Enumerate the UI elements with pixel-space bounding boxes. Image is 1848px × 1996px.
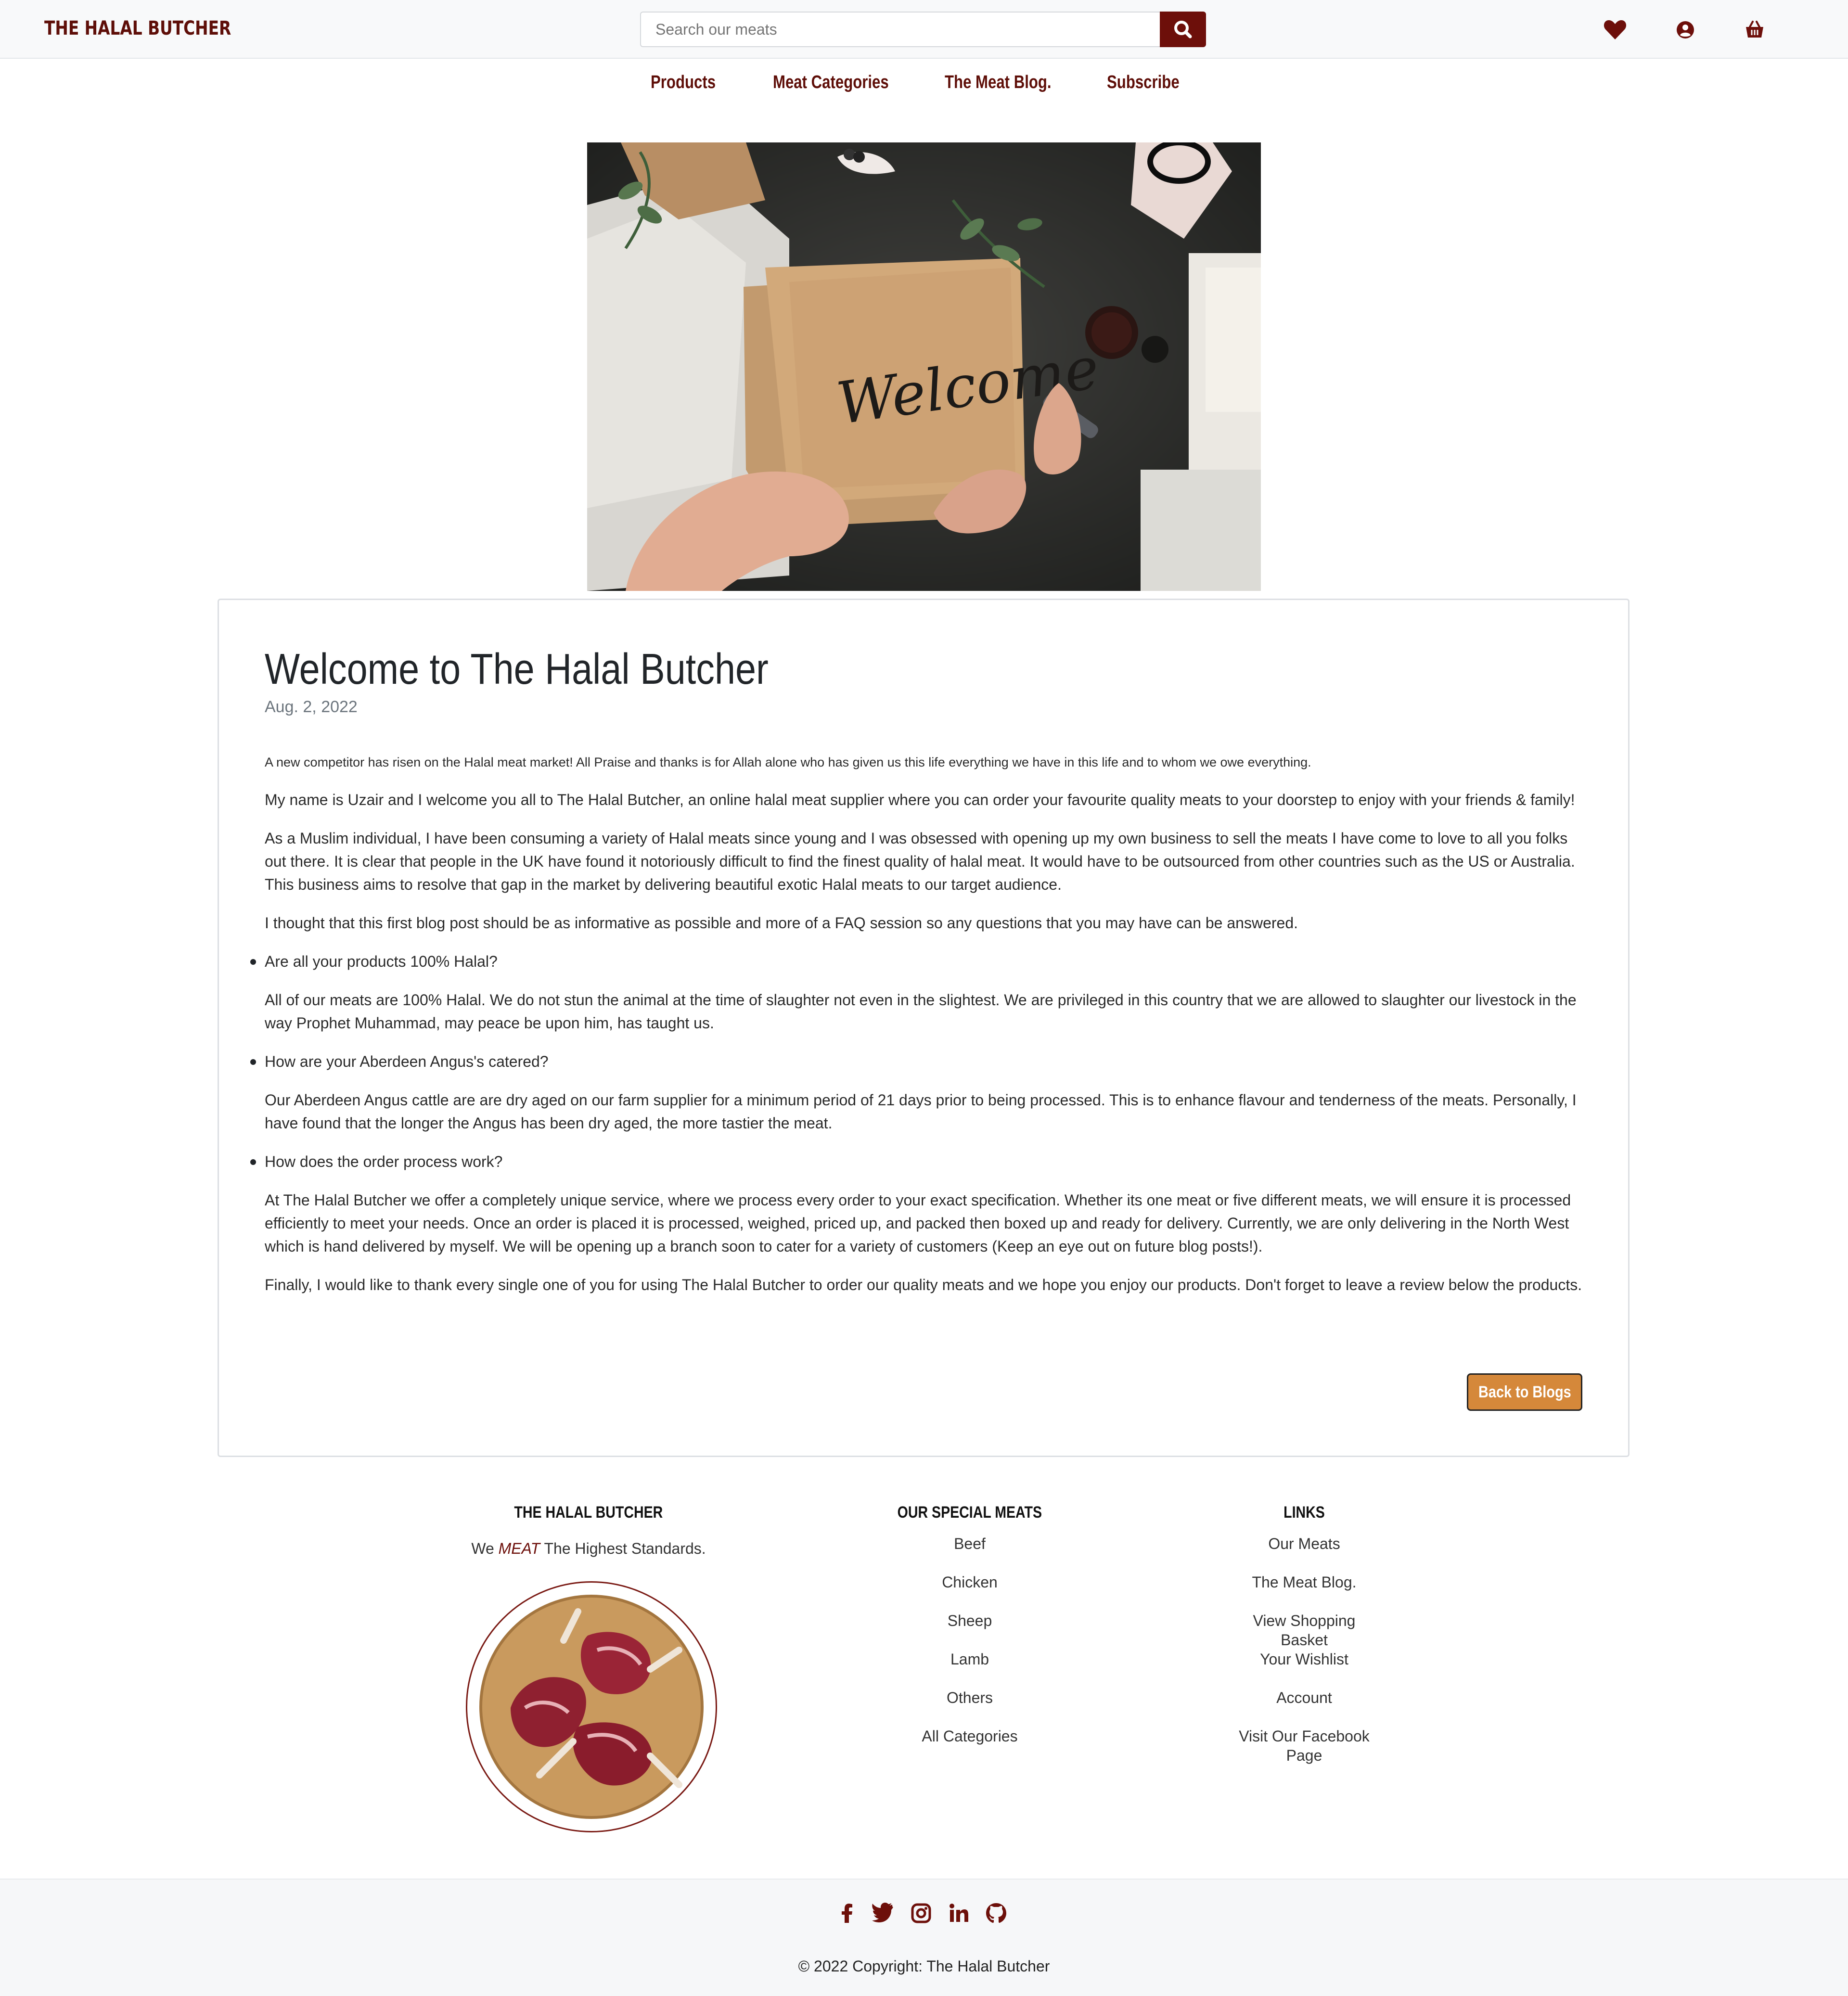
search-icon	[1174, 21, 1192, 38]
shopping-basket-icon[interactable]	[1742, 17, 1767, 42]
footer-link-others[interactable]: Others	[847, 1682, 1092, 1721]
footer-link-account[interactable]: Account	[1232, 1682, 1376, 1721]
post-paragraph: As a Muslim individual, I have been cons…	[265, 830, 1575, 893]
search-form	[640, 12, 1206, 47]
nav-meat-categories[interactable]: Meat Categories	[773, 72, 889, 93]
footer-tagline: We MEAT The Highest Standards.	[433, 1540, 744, 1558]
back-to-blogs-button[interactable]: Back to Blogs	[1467, 1373, 1582, 1411]
footer-link-all-categories[interactable]: All Categories	[847, 1721, 1092, 1759]
footer-link-beef[interactable]: Beef	[847, 1528, 1092, 1567]
footer-link-shopping-basket[interactable]: View Shopping Basket	[1232, 1605, 1376, 1649]
linkedin-icon[interactable]	[946, 1901, 971, 1926]
post-title: Welcome to The Halal Butcher	[265, 645, 769, 693]
post-body: A new competitor has risen on the Halal …	[250, 751, 1583, 1312]
faq-question: How does the order process work?	[250, 1150, 1583, 1173]
facebook-icon[interactable]	[834, 1901, 860, 1926]
footer-special-meats-title: OUR SPECIAL MEATS	[897, 1503, 1042, 1522]
instagram-icon[interactable]	[909, 1901, 934, 1926]
tagline-meat: MEAT	[498, 1540, 540, 1557]
footer-col-special-meats: OUR SPECIAL MEATS Beef Chicken Sheep Lam…	[847, 1501, 1092, 1759]
faq-answer: At The Halal Butcher we offer a complete…	[265, 1191, 1571, 1255]
footer-link-sheep[interactable]: Sheep	[847, 1605, 1092, 1644]
post-date: Aug. 2, 2022	[265, 698, 358, 716]
footer-link-meat-blog[interactable]: The Meat Blog.	[1232, 1567, 1376, 1605]
footer-bottom-bar	[0, 1879, 1848, 1996]
footer-link-facebook-page[interactable]: Visit Our Facebook Page	[1232, 1721, 1376, 1769]
back-to-blogs-label: Back to Blogs	[1478, 1383, 1571, 1401]
blog-hero-image: Welcome	[587, 142, 1261, 591]
footer-links-title: LINKS	[1283, 1503, 1325, 1522]
post-paragraph: I thought that this first blog post shou…	[265, 914, 1298, 932]
tagline-end: The Highest Standards.	[544, 1540, 706, 1557]
twitter-icon[interactable]	[870, 1901, 895, 1926]
footer-brand-title: THE HALAL BUTCHER	[514, 1503, 663, 1522]
brand-logo[interactable]: THE HALAL BUTCHER	[44, 17, 231, 39]
faq-question: Are all your products 100% Halal?	[250, 950, 1583, 973]
footer-link-lamb[interactable]: Lamb	[847, 1644, 1092, 1682]
user-circle-icon[interactable]	[1673, 17, 1698, 42]
post-paragraph: Finally, I would like to thank every sin…	[265, 1276, 1582, 1293]
footer-meat-image	[466, 1581, 717, 1832]
copyright-text: © 2022 Copyright: The Halal Butcher	[798, 1958, 1050, 1975]
footer-link-our-meats[interactable]: Our Meats	[1232, 1528, 1376, 1567]
footer-link-chicken[interactable]: Chicken	[847, 1567, 1092, 1605]
main-nav: Products Meat Categories The Meat Blog. …	[0, 72, 1848, 106]
faq-question: How are your Aberdeen Angus's catered?	[250, 1050, 1583, 1073]
nav-meat-blog[interactable]: The Meat Blog.	[945, 72, 1052, 93]
post-paragraph: My name is Uzair and I welcome you all t…	[265, 791, 1575, 808]
nav-products[interactable]: Products	[651, 72, 716, 93]
faq-answer: All of our meats are 100% Halal. We do n…	[265, 991, 1577, 1032]
tagline-start: We	[471, 1540, 494, 1557]
nav-subscribe[interactable]: Subscribe	[1107, 72, 1180, 93]
search-input[interactable]	[640, 12, 1160, 47]
search-button[interactable]	[1160, 12, 1206, 47]
footer-col-links: LINKS Our Meats The Meat Blog. View Shop…	[1232, 1501, 1376, 1769]
post-lead: A new competitor has risen on the Halal …	[265, 755, 1311, 769]
github-icon[interactable]	[984, 1901, 1009, 1926]
heart-icon[interactable]	[1603, 17, 1628, 42]
faq-answer: Our Aberdeen Angus cattle are are dry ag…	[265, 1091, 1577, 1132]
footer-col-brand: THE HALAL BUTCHER We MEAT The Highest St…	[433, 1501, 744, 1558]
footer-link-wishlist[interactable]: Your Wishlist	[1232, 1644, 1376, 1682]
